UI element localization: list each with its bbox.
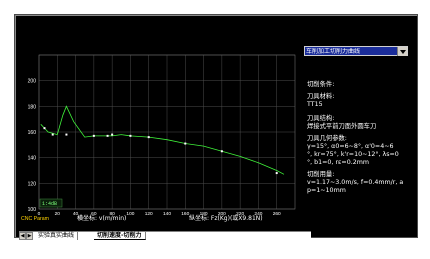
tool-geometry-line3: °, b1=0, rε=0.2mm (307, 159, 369, 166)
chart-window: 100 120 140 160 180 200 0 20 40 60 80 100 120 140 160 1… (14, 14, 418, 241)
data-point (65, 133, 68, 136)
y-tick-label: 180 (28, 104, 37, 110)
data-point (92, 134, 95, 137)
x-tick-label: 120 (145, 211, 153, 217)
data-point (129, 134, 132, 137)
cutting-conditions-title: 切削条件: (307, 81, 335, 88)
sheet-tabs: ◀ ▶ 实验真实曲线 切削速度-切削力 (19, 231, 311, 241)
tab-prev-icon[interactable]: ◀ (19, 232, 26, 240)
data-point (275, 172, 278, 175)
brand-label: CNC Param (21, 216, 49, 222)
readout-text: 1:4dB (42, 201, 57, 207)
tool-geometry-label: 刀具几何参数: (307, 135, 347, 142)
tab-next-icon[interactable]: ▶ (26, 232, 33, 240)
series-line-0 (40, 105, 285, 175)
y-tick-label: 140 (28, 156, 37, 162)
cutting-params-line1: v=1.17~3.0m/s, f=0.4mm/r, a (307, 179, 404, 186)
y-tick-label: 160 (28, 130, 37, 136)
data-point (147, 136, 150, 139)
x-tick-label: 20 (55, 211, 61, 217)
x-tick-label: 140 (163, 211, 171, 217)
tool-material-label: 刀具材料: (307, 93, 335, 100)
data-point (106, 134, 109, 137)
y-tick-label: 100 (28, 207, 37, 213)
force-speed-chart: 1001201401601802000 20 40 60 80 100 120 140 160 1… (21, 54, 296, 222)
y-axis-title: 纵坐标: Fz(Kg)(或X9.81N) (189, 214, 263, 222)
tool-material-value: TT15 (307, 101, 323, 108)
tool-structure-value: 焊接式平前刀面外圆车刀 (307, 123, 377, 130)
cutting-params-line2: p=1~10mm (307, 187, 346, 194)
data-point (51, 133, 54, 136)
x-tick-label: 260 (273, 211, 281, 217)
x-axis-title: 横坐标: v(m/min) (77, 214, 126, 222)
curve-select-value: 车削加工切削力曲线 (306, 48, 361, 55)
tool-geometry-line1: γ=15°, α0=6~8°, α'0=4~6 (307, 143, 394, 150)
tab-speed-force[interactable]: 切削速度-切削力 (94, 232, 146, 240)
dropdown-arrow-icon[interactable] (397, 47, 407, 56)
tab-experiment-curve[interactable]: 实验真实曲线 (35, 232, 79, 240)
plot-area: 100 120 140 160 180 200 0 20 40 60 80 100 120 140 160 1… (19, 47, 311, 226)
tool-geometry-line2: °, kr=75°, k'r=10~12°, λs=0 (307, 151, 399, 158)
data-point (220, 150, 223, 153)
side-panel: 车削加工切削力曲线 切削条件: 刀具材料: TT15 刀具结构: 焊接式平前刀面… (301, 45, 411, 233)
data-point (111, 133, 114, 136)
x-tick-label: 100 (126, 211, 134, 217)
y-tick-label: 200 (28, 79, 37, 85)
data-point (43, 127, 46, 130)
y-tick-label: 120 (28, 181, 37, 187)
curve-select[interactable]: 车削加工切削力曲线 (304, 46, 408, 56)
cutting-params-label: 切削用量: (307, 171, 335, 178)
data-point (184, 142, 187, 145)
tool-structure-label: 刀具结构: (307, 115, 335, 122)
